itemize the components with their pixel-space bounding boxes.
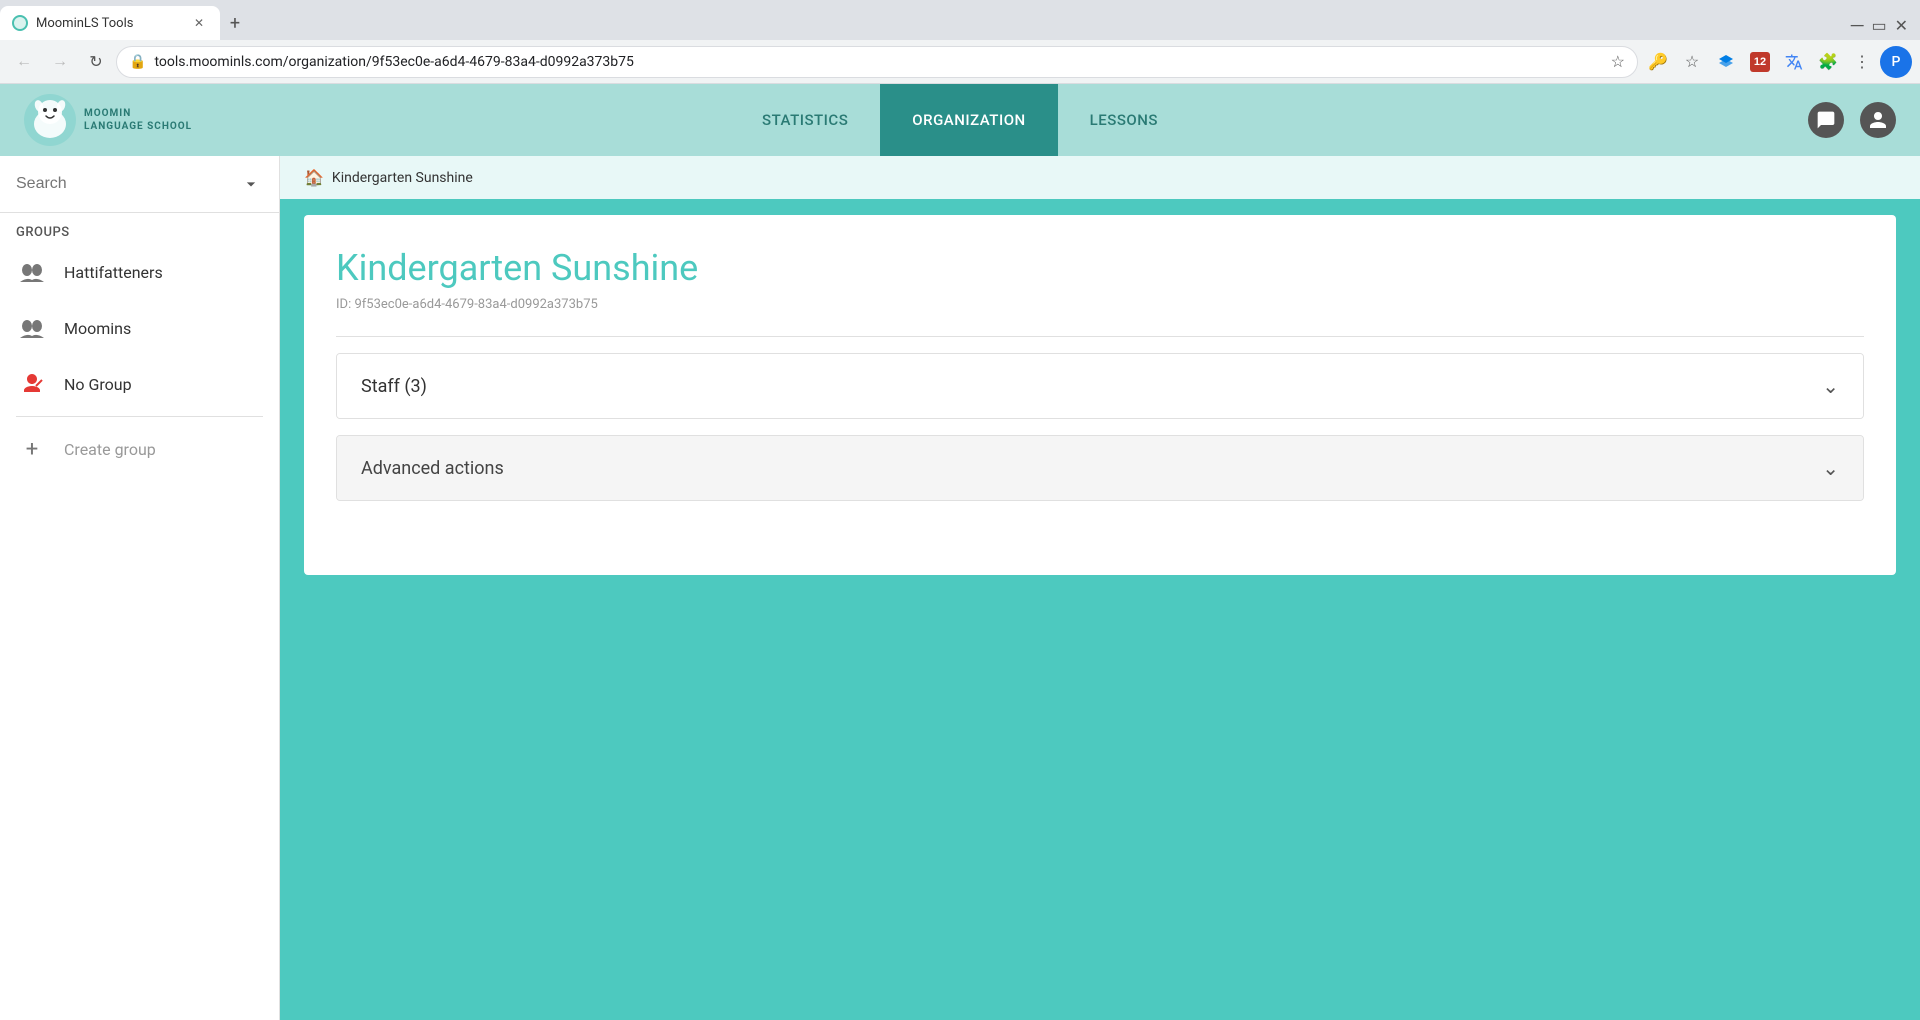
staff-chevron-icon: ⌄ (1822, 374, 1839, 398)
extension-translate-icon[interactable] (1778, 46, 1810, 78)
section-divider (336, 336, 1864, 337)
page-content: 🏠 Kindergarten Sunshine Kindergarten Sun… (280, 156, 1920, 1020)
main-content: Groups Hattifatteners Moomins (0, 156, 1920, 1020)
extension-red-icon[interactable]: 12 (1744, 46, 1776, 78)
tab-bar: MoominLS Tools ✕ + ─ ▭ ✕ (0, 0, 1920, 40)
no-group-icon (16, 368, 48, 400)
window-close-button[interactable]: ✕ (1895, 16, 1908, 35)
groups-label: Groups (0, 213, 279, 244)
new-tab-button[interactable]: + (220, 6, 250, 40)
extensions-button[interactable]: 🧩 (1812, 46, 1844, 78)
back-button[interactable]: ← (8, 46, 40, 78)
window-minimize-button[interactable]: ─ (1851, 15, 1864, 36)
hattifatteners-label: Hattifatteners (64, 263, 163, 282)
nav-organization[interactable]: ORGANIZATION (880, 84, 1057, 156)
nav-statistics[interactable]: STATISTICS (730, 84, 880, 156)
logo-area: MOOMINLANGUAGE SCHOOL (24, 94, 192, 146)
staff-section: Staff (3) ⌄ (336, 353, 1864, 419)
url-text: tools.moominls.com/organization/9f53ec0e… (154, 54, 1602, 70)
staff-section-header[interactable]: Staff (3) ⌄ (337, 354, 1863, 418)
logo-text: MOOMINLANGUAGE SCHOOL (84, 107, 192, 133)
lock-icon: 🔒 (129, 54, 146, 70)
window-maximize-button[interactable]: ▭ (1871, 16, 1886, 35)
extension-dropbox-icon[interactable] (1710, 46, 1742, 78)
home-icon[interactable]: 🏠 (304, 168, 324, 187)
tab-close-button[interactable]: ✕ (190, 14, 208, 32)
sidebar-item-hattifatteners[interactable]: Hattifatteners (0, 244, 279, 300)
star-icon[interactable]: ☆ (1611, 52, 1625, 71)
advanced-section: Advanced actions ⌄ (336, 435, 1864, 501)
nav-lessons[interactable]: LESSONS (1058, 84, 1190, 156)
search-wrapper (16, 172, 263, 196)
hattifatteners-icon (16, 256, 48, 288)
tab-title: MoominLS Tools (36, 16, 182, 31)
browser-extensions: 🔑 ☆ 12 🧩 ⋮ P (1642, 46, 1912, 78)
advanced-section-title: Advanced actions (361, 458, 504, 479)
nav-right-actions (1808, 102, 1896, 138)
moomin-logo (24, 94, 76, 146)
app-container: MOOMINLANGUAGE SCHOOL STATISTICS ORGANIZ… (0, 84, 1920, 1020)
advanced-section-header[interactable]: Advanced actions ⌄ (337, 436, 1863, 500)
org-title: Kindergarten Sunshine (336, 247, 1864, 289)
bookmark-icon[interactable]: ☆ (1676, 46, 1708, 78)
search-container (0, 156, 279, 213)
create-group-item[interactable]: + Create group (0, 421, 279, 477)
nav-links: STATISTICS ORGANIZATION LESSONS (730, 84, 1190, 156)
advanced-chevron-icon: ⌄ (1822, 456, 1839, 480)
search-dropdown-button[interactable] (239, 172, 263, 196)
user-avatar-button[interactable] (1860, 102, 1896, 138)
tab-favicon (12, 15, 28, 31)
active-tab[interactable]: MoominLS Tools ✕ (0, 6, 220, 40)
org-id: ID: 9f53ec0e-a6d4-4679-83a4-d0992a373b75 (336, 297, 1864, 312)
search-input[interactable] (16, 175, 231, 193)
sidebar-item-moomins[interactable]: Moomins (0, 300, 279, 356)
key-icon[interactable]: 🔑 (1642, 46, 1674, 78)
moomins-label: Moomins (64, 319, 131, 338)
org-card: Kindergarten Sunshine ID: 9f53ec0e-a6d4-… (304, 215, 1896, 575)
sidebar-divider (16, 416, 263, 417)
top-navigation: MOOMINLANGUAGE SCHOOL STATISTICS ORGANIZ… (0, 84, 1920, 156)
breadcrumb-text: Kindergarten Sunshine (332, 170, 473, 186)
staff-section-title: Staff (3) (361, 376, 427, 397)
create-group-icon: + (16, 433, 48, 465)
no-group-label: No Group (64, 375, 132, 394)
breadcrumb-bar: 🏠 Kindergarten Sunshine (280, 156, 1920, 199)
notifications-button[interactable] (1808, 102, 1844, 138)
forward-button[interactable]: → (44, 46, 76, 78)
address-bar[interactable]: 🔒 tools.moominls.com/organization/9f53ec… (116, 46, 1638, 78)
reload-button[interactable]: ↻ (80, 46, 112, 78)
profile-button[interactable]: P (1880, 46, 1912, 78)
menu-button[interactable]: ⋮ (1846, 46, 1878, 78)
sidebar-item-no-group[interactable]: No Group (0, 356, 279, 412)
browser-controls: ← → ↻ 🔒 tools.moominls.com/organization/… (0, 40, 1920, 84)
moomins-icon (16, 312, 48, 344)
create-group-label: Create group (64, 440, 156, 459)
sidebar: Groups Hattifatteners Moomins (0, 156, 280, 1020)
